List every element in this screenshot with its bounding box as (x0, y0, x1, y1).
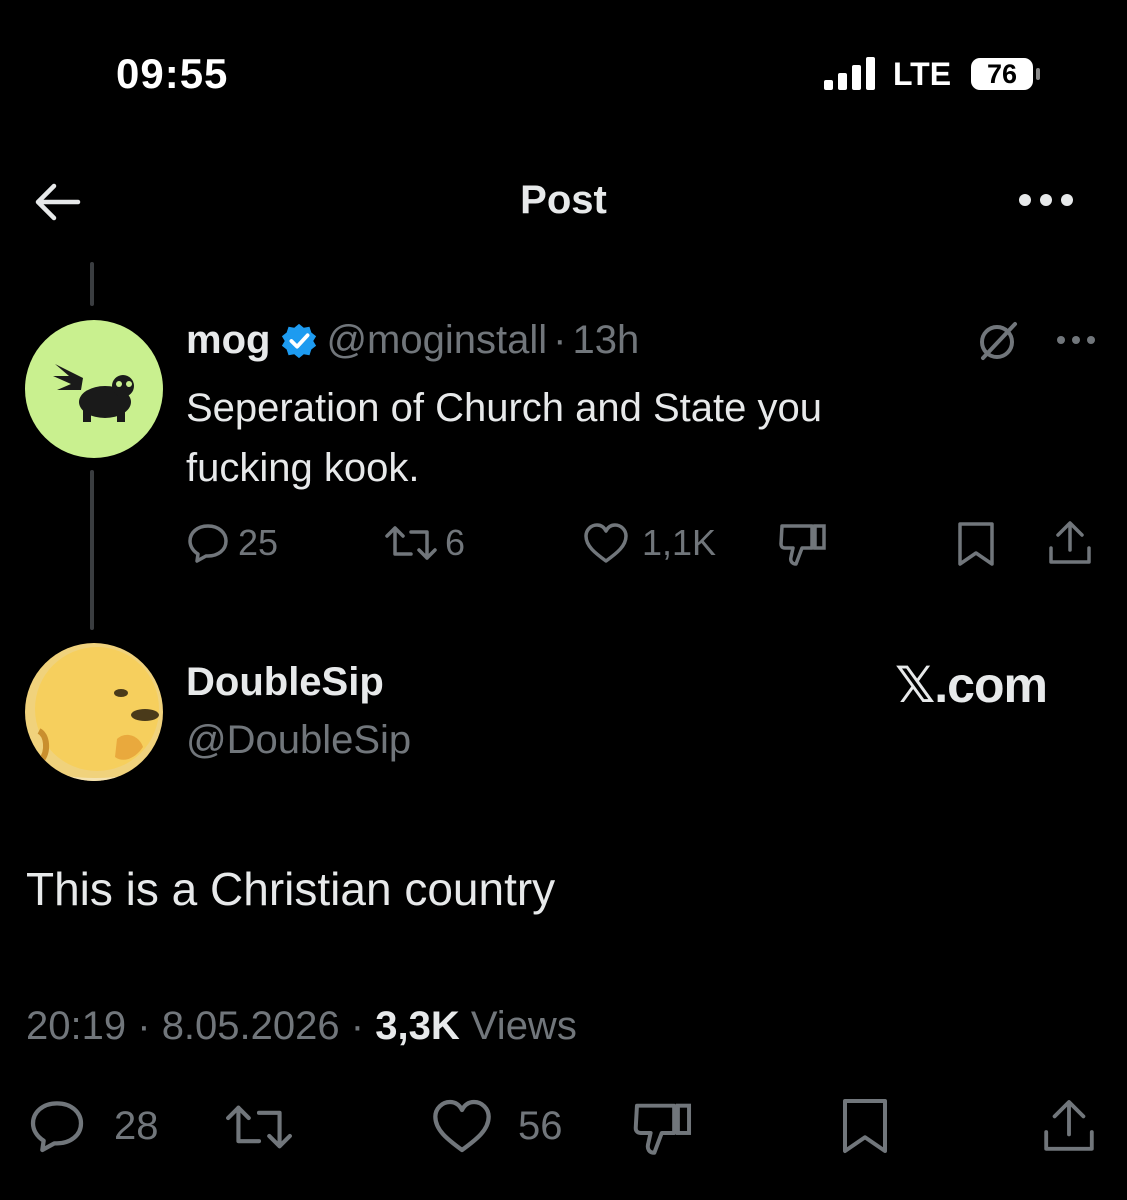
reply-icon (30, 1101, 84, 1153)
reply-header: mog @moginstall · 13h (186, 318, 639, 363)
bookmark-icon[interactable] (955, 520, 997, 568)
more-icon[interactable] (1055, 334, 1097, 346)
post-meta: 20:19 · 8.05.2026 · 3,3K Views (26, 1004, 577, 1049)
battery-level: 76 (986, 59, 1018, 89)
reply-button[interactable]: 25 (186, 522, 278, 564)
post-time: 20:19 (26, 1004, 127, 1048)
post-date: 8.05.2026 (161, 1004, 340, 1048)
like-count: 1,1K (642, 522, 717, 563)
more-icon[interactable] (1018, 192, 1074, 208)
signal-icon (824, 57, 875, 90)
thread-line (90, 470, 94, 630)
status-time: 09:55 (116, 50, 229, 97)
reply-author-handle[interactable]: @moginstall (326, 318, 547, 363)
views-label: Views (470, 1004, 577, 1048)
separator: · (137, 1004, 151, 1048)
watermark: 𝕏.com (895, 657, 1048, 713)
like-icon (433, 1099, 491, 1153)
bookmark-icon[interactable] (838, 1096, 892, 1156)
repost-icon[interactable] (222, 1100, 296, 1154)
reply-icon (188, 524, 228, 563)
main-author-handle[interactable]: @DoubleSip (186, 718, 411, 763)
reply-button[interactable]: 28 (26, 1098, 159, 1154)
like-count: 56 (518, 1103, 563, 1148)
reply-count: 25 (238, 522, 279, 563)
repost-count: 6 (445, 522, 466, 563)
grok-icon[interactable] (975, 318, 1021, 364)
avatar[interactable] (25, 320, 163, 458)
verified-badge-icon (282, 323, 317, 358)
share-icon[interactable] (1040, 1096, 1098, 1156)
reply-age: 13h (572, 318, 640, 362)
battery-icon: 76 (970, 55, 1042, 93)
views-count[interactable]: 3,3K (375, 1004, 460, 1048)
dislike-icon[interactable] (632, 1098, 694, 1158)
main-author-name[interactable]: DoubleSip (186, 660, 384, 705)
main-post-text: This is a Christian country (26, 863, 556, 915)
like-button[interactable]: 1,1K (582, 522, 716, 564)
like-button[interactable]: 56 (430, 1098, 563, 1154)
network-type: LTE (893, 56, 952, 92)
dislike-icon[interactable] (778, 520, 828, 568)
repost-button[interactable]: 6 (383, 522, 465, 564)
separator: · (553, 318, 567, 362)
thread-line (90, 262, 94, 306)
reply-count: 28 (114, 1103, 159, 1148)
avatar[interactable] (25, 643, 163, 781)
repost-icon (385, 526, 437, 560)
reply-author-name[interactable]: mog (186, 318, 270, 363)
separator: · (350, 1004, 365, 1048)
reply-text: Seperation of Church and State you fucki… (186, 386, 822, 490)
share-icon[interactable] (1046, 518, 1094, 568)
page-title: Post (520, 178, 607, 222)
like-icon (584, 523, 628, 563)
